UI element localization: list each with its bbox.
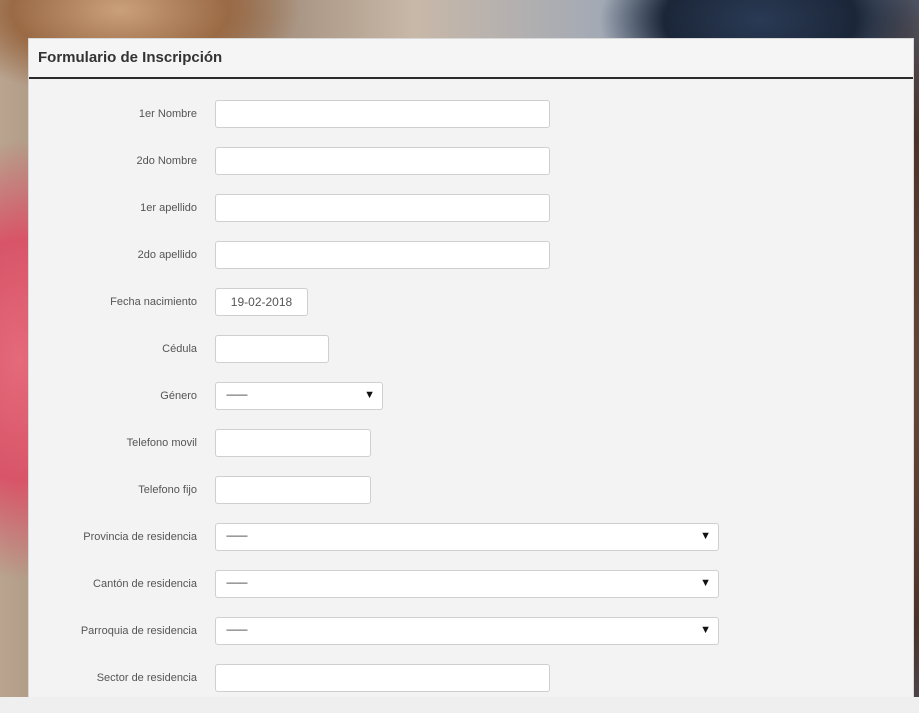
segundo-nombre-input[interactable] <box>215 147 550 175</box>
canton-select[interactable]: --------- ▼ <box>215 570 719 598</box>
primer-apellido-label: 1er apellido <box>140 202 197 214</box>
dropdown-arrow-icon: ▼ <box>700 624 711 636</box>
primer-nombre-label: 1er Nombre <box>138 108 197 120</box>
telefono-movil-label: Telefono movil <box>126 437 197 449</box>
segundo-nombre-label: 2do Nombre <box>136 155 197 167</box>
provincia-select[interactable]: --------- ▼ <box>215 523 719 551</box>
sector-label: Sector de residencia <box>96 672 197 684</box>
cedula-label: Cédula <box>162 343 197 355</box>
genero-selected-value: --------- <box>226 390 248 401</box>
fecha-nacimiento-input[interactable]: 19-02-2018 <box>215 288 308 316</box>
fecha-nacimiento-label: Fecha nacimiento <box>110 296 197 308</box>
registration-form-panel: Formulario de Inscripción 1er Nombre 2do… <box>28 38 914 697</box>
parroquia-label: Parroquia de residencia <box>80 625 197 637</box>
form-title: Formulario de Inscripción <box>29 39 913 79</box>
primer-nombre-input[interactable] <box>215 100 550 128</box>
segundo-apellido-input[interactable] <box>215 241 550 269</box>
dropdown-arrow-icon: ▼ <box>700 530 711 542</box>
primer-apellido-input[interactable] <box>215 194 550 222</box>
parroquia-select[interactable]: --------- ▼ <box>215 617 719 645</box>
provincia-selected-value: --------- <box>226 531 248 542</box>
sector-input[interactable] <box>215 664 550 692</box>
dropdown-arrow-icon: ▼ <box>364 389 375 401</box>
provincia-label: Provincia de residencia <box>83 531 197 543</box>
genero-select[interactable]: --------- ▼ <box>215 382 383 410</box>
telefono-fijo-input[interactable] <box>215 476 371 504</box>
genero-label: Género <box>160 390 197 402</box>
telefono-fijo-label: Telefono fijo <box>138 484 197 496</box>
dropdown-arrow-icon: ▼ <box>700 577 711 589</box>
canton-label: Cantón de residencia <box>93 578 197 590</box>
page-bottom-strip <box>0 697 919 713</box>
cedula-input[interactable] <box>215 335 329 363</box>
canton-selected-value: --------- <box>226 578 248 589</box>
telefono-movil-input[interactable] <box>215 429 371 457</box>
segundo-apellido-label: 2do apellido <box>137 249 197 261</box>
parroquia-selected-value: --------- <box>226 625 248 636</box>
